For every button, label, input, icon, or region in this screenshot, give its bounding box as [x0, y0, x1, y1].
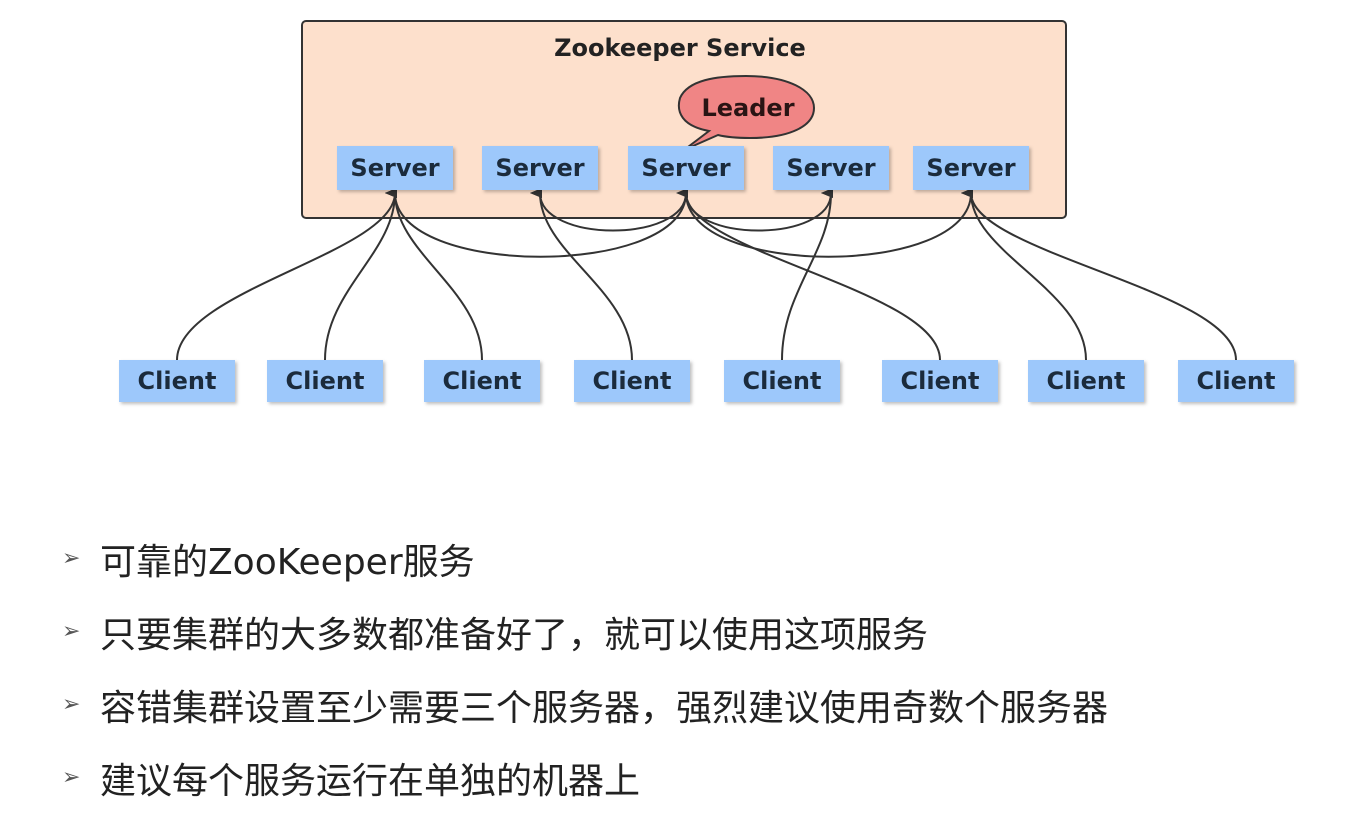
bullet-text: 容错集群设置至少需要三个服务器，强烈建议使用奇数个服务器 [100, 687, 1109, 729]
server-node-label: Server [786, 154, 875, 182]
server-node-label: Server [495, 154, 584, 182]
bullet-text: 只要集群的大多数都准备好了，就可以使用这项服务 [100, 614, 929, 656]
client-node: Client [574, 360, 690, 402]
service-title: Zookeeper Service [554, 34, 806, 62]
arrow-bullet-icon: ➢ [62, 546, 81, 571]
client-node-label: Client [901, 367, 980, 395]
bullet-text: 可靠的ZooKeeper服务 [100, 541, 475, 583]
client-node: Client [267, 360, 383, 402]
client-node-label: Client [1197, 367, 1276, 395]
server-node-label: Server [926, 154, 1015, 182]
bullet-item: ➢ 只要集群的大多数都准备好了，就可以使用这项服务 [62, 595, 1108, 668]
server-node-label: Server [641, 154, 730, 182]
bullet-item: ➢ 容错集群设置至少需要三个服务器，强烈建议使用奇数个服务器 [62, 668, 1108, 741]
client-node-label: Client [743, 367, 822, 395]
server-node-label: Server [350, 154, 439, 182]
server-node: Server [628, 146, 744, 190]
arrow-bullet-icon: ➢ [62, 692, 81, 717]
arrow-bullet-icon: ➢ [62, 619, 81, 644]
client-node-label: Client [443, 367, 522, 395]
client-node-label: Client [286, 367, 365, 395]
client-node: Client [882, 360, 998, 402]
client-nodes: Client Client Client Client Client Client Clie… [119, 360, 1294, 402]
client-node-label: Client [138, 367, 217, 395]
client-node-label: Client [593, 367, 672, 395]
leader-label: Leader [701, 94, 794, 122]
bullet-item: ➢ 可靠的ZooKeeper服务 [62, 522, 1108, 595]
client-node: Client [119, 360, 235, 402]
client-node: Client [424, 360, 540, 402]
server-node: Server [482, 146, 598, 190]
server-nodes: Server Server Server Server Server [337, 146, 1029, 190]
server-node: Server [337, 146, 453, 190]
server-node: Server [913, 146, 1029, 190]
bullet-list: ➢ 可靠的ZooKeeper服务 ➢ 只要集群的大多数都准备好了，就可以使用这项… [62, 522, 1108, 814]
bullet-text: 建议每个服务运行在单独的机器上 [100, 760, 641, 802]
client-node: Client [1178, 360, 1294, 402]
client-node-label: Client [1047, 367, 1126, 395]
bullet-item: ➢ 建议每个服务运行在单独的机器上 [62, 741, 1108, 814]
client-node: Client [1028, 360, 1144, 402]
zookeeper-diagram: Zookeeper Service Leader Server Server Ser… [119, 20, 1294, 402]
arrow-bullet-icon: ➢ [62, 765, 81, 790]
client-node: Client [724, 360, 840, 402]
server-node: Server [773, 146, 889, 190]
